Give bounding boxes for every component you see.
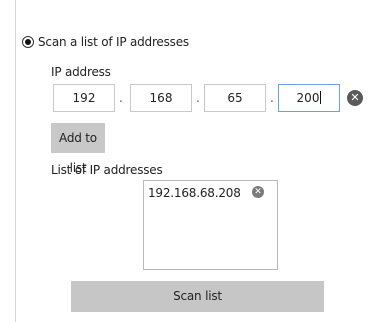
remove-item-icon[interactable]: ✕	[252, 186, 264, 198]
scan-list-radio-label: Scan a list of IP addresses	[38, 35, 189, 49]
scan-list-radio[interactable]	[22, 36, 34, 48]
ip-address-list[interactable]: 192.168.68.208 ✕	[143, 180, 278, 270]
scan-list-button[interactable]: Scan list	[71, 281, 324, 312]
ip-octet-3-input[interactable]: 65	[204, 84, 266, 112]
ip-separator: .	[196, 91, 200, 105]
ip-list-label: List of IP addresses	[51, 163, 163, 177]
ip-octet-1-value: 192	[72, 91, 96, 105]
ip-address-label: IP address	[51, 65, 111, 79]
scan-list-option[interactable]: Scan a list of IP addresses	[22, 34, 189, 50]
ip-octet-3-value: 65	[227, 91, 243, 105]
text-caret	[320, 91, 322, 104]
ip-octet-1-input[interactable]: 192	[53, 84, 115, 112]
radio-selected-dot	[25, 39, 31, 45]
ip-separator: .	[270, 91, 274, 105]
ip-octet-2-value: 168	[149, 91, 173, 105]
add-to-list-button[interactable]: Add to list	[51, 123, 105, 175]
ip-octet-2-input[interactable]: 168	[130, 84, 192, 112]
ip-octet-4-input[interactable]: 200	[278, 84, 340, 112]
clear-ip-icon[interactable]: ✕	[347, 90, 363, 106]
ip-octet-4-value: 200	[296, 91, 320, 105]
panel-border	[15, 0, 16, 322]
list-item[interactable]: 192.168.68.208	[148, 186, 241, 200]
ip-separator: .	[119, 91, 123, 105]
